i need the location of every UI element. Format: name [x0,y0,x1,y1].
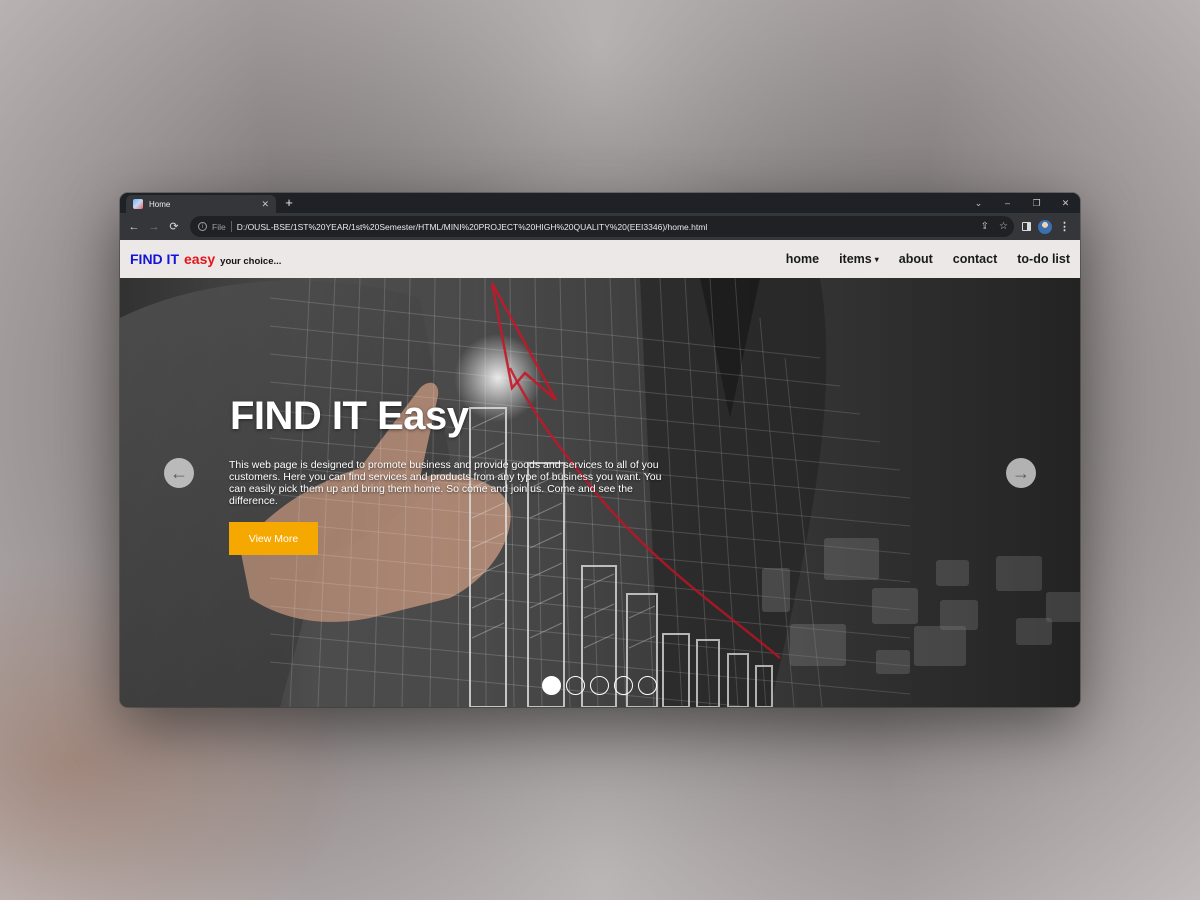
nav-items-label: items [839,252,872,266]
back-icon[interactable]: ← [124,217,144,237]
bookmark-star-icon[interactable]: ☆ [999,221,1008,232]
browser-window: Home ✕ + ⌄ – ❐ ✕ ← → ⟳ i File D:/OUSL-BS… [120,193,1080,707]
logo-easy: easy [184,251,216,267]
forward-icon[interactable]: → [144,217,164,237]
hero-description: This web page is designed to promote bus… [229,459,662,507]
tab-strip: Home ✕ + ⌄ – ❐ ✕ [120,193,1080,213]
main-menu: home items ▾ about contact to-do list [766,252,1070,266]
minimize-icon[interactable]: – [993,193,1022,213]
nav-contact[interactable]: contact [953,252,997,266]
caret-down-icon: ▾ [874,254,879,264]
nav-about[interactable]: about [899,252,933,266]
side-panel-icon[interactable] [1022,222,1031,231]
reload-icon[interactable]: ⟳ [164,217,184,237]
window-controls: ⌄ – ❐ ✕ [964,193,1080,213]
url-text[interactable]: D:/OUSL-BSE/1ST%20YEAR/1st%20Semester/HT… [237,222,708,232]
tab-search-icon[interactable]: ⌄ [964,193,993,213]
slide-dot-2[interactable] [566,676,585,695]
slide-dot-4[interactable] [614,676,633,695]
tab-title: Home [149,199,171,209]
slide-indicators [542,676,657,695]
nav-home[interactable]: home [786,252,819,266]
nav-items[interactable]: items ▾ [839,252,879,266]
browser-toolbar: ← → ⟳ i File D:/OUSL-BSE/1ST%20YEAR/1st%… [120,213,1080,240]
view-more-button[interactable]: View More [229,522,318,555]
close-tab-icon[interactable]: ✕ [261,199,269,209]
share-icon[interactable]: ⇪ [981,221,989,232]
close-window-icon[interactable]: ✕ [1051,193,1080,213]
hero-slider: FIND IT Easy This web page is designed t… [120,278,1080,707]
site-navbar: FIND IT easy your choice... home items ▾… [120,240,1080,278]
address-bar[interactable]: i File D:/OUSL-BSE/1ST%20YEAR/1st%20Seme… [190,216,1014,237]
nav-todo[interactable]: to-do list [1017,252,1070,266]
slide-dot-3[interactable] [590,676,609,695]
slide-dot-5[interactable] [638,676,657,695]
profile-avatar[interactable] [1038,219,1052,234]
scheme-label: File [212,221,226,232]
address-separator [230,221,232,232]
prev-slide-arrow-icon[interactable]: ← [164,458,194,488]
new-tab-icon[interactable]: + [282,196,296,210]
site-logo[interactable]: FIND IT easy your choice... [130,251,281,267]
browser-menu-icon[interactable]: ⋮ [1059,220,1070,233]
favicon-icon [133,199,143,209]
next-slide-arrow-icon[interactable]: → [1006,458,1036,488]
slide-dot-1[interactable] [542,676,561,695]
tab-home[interactable]: Home ✕ [126,195,276,213]
restore-icon[interactable]: ❐ [1022,193,1051,213]
info-icon[interactable]: i [198,222,207,231]
logo-find-it: FIND IT [130,251,179,267]
hero-title: FIND IT Easy [230,394,469,438]
logo-tagline: your choice... [220,256,282,267]
